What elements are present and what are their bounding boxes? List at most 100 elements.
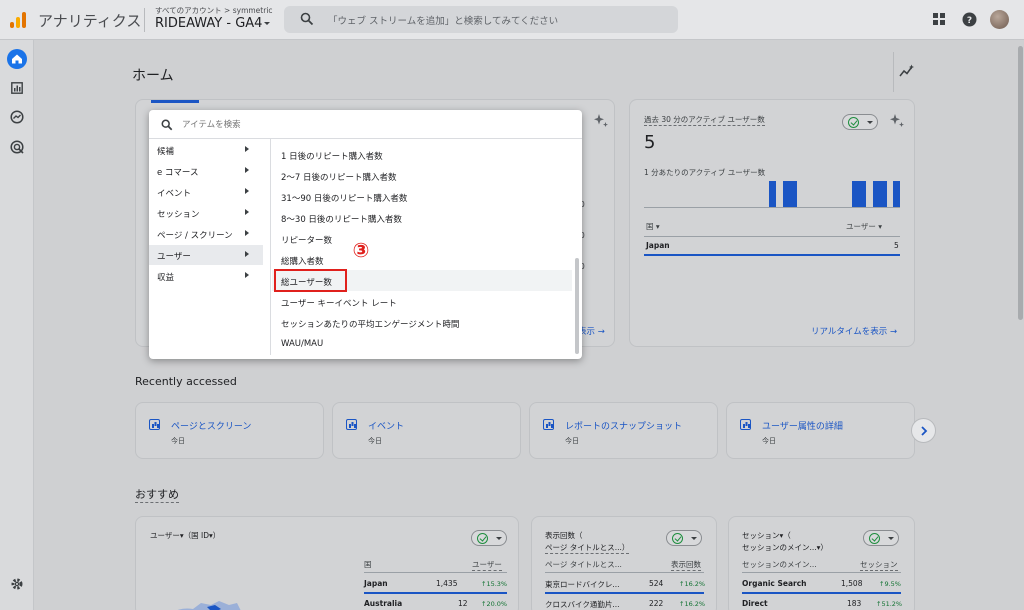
view-report-link[interactable]: 表示 → [578,325,605,337]
recent-card[interactable]: イベント 今日 [332,402,521,459]
recommended-heading: おすすめ [135,488,179,503]
metric-item[interactable]: リピーター数 [272,228,572,249]
row-value: 524 [649,579,664,588]
metric-picker-popup: 候補 e コマース イベント セッション ページ / スクリーン ユーザー 収益… [149,110,582,359]
card-title-line1: 表示回数（ [545,531,583,540]
chevron-right-icon [245,146,249,152]
row-change: ↑16.2% [679,600,706,608]
category-label: ページ / スクリーン [157,231,233,241]
row-name: Organic Search [742,579,807,588]
metric-item-label: セッションあたりの平均エンゲージメント時間 [281,320,460,330]
col-metric: 表示回数 [671,560,701,571]
metric-item[interactable]: ユーザー キーイベント レート [272,291,572,312]
reports-icon[interactable] [11,82,23,94]
recent-card[interactable]: ページとスクリーン 今日 [135,402,324,459]
realtime-link[interactable]: リアルタイムを表示 → [811,325,897,337]
popup-scrollbar[interactable] [575,258,579,354]
metric-item[interactable]: 1 日後のリピート購入者数 [272,144,572,165]
category-revenue[interactable]: 収益 [149,266,263,286]
per-minute-bar [789,181,797,207]
apps-grid-icon[interactable] [933,13,946,26]
category-user[interactable]: ユーザー [149,245,263,265]
row-name: Australia [364,599,403,608]
page-scrollbar[interactable] [1018,46,1023,320]
card-title-line2[interactable]: ページ タイトルとス...） [545,542,630,554]
avatar[interactable] [990,10,1009,29]
world-map-fragment [177,601,241,610]
recent-card[interactable]: レポートのスナップショット 今日 [529,402,718,459]
category-page-screen[interactable]: ページ / スクリーン [149,224,263,244]
per-minute-bar [851,181,859,207]
category-ecommerce[interactable]: e コマース [149,161,263,181]
chevron-right-icon [245,209,249,215]
check-circle-icon [848,117,859,128]
per-minute-bar [879,181,887,207]
account-breadcrumb[interactable]: すべてのアカウント > symmetric [155,5,273,16]
chevron-down-icon [264,22,270,25]
metric-header[interactable]: ユーザー ▾ [846,221,882,232]
recommended-card-users: ユーザー▾（国 ID▾） 国 ユーザー Japan 1,435 ↑15.3% A… [135,516,519,610]
sparkle-icon[interactable] [889,113,905,129]
row-name: Direct [742,599,768,608]
explore-icon[interactable] [10,110,24,124]
page-title: ホーム [132,68,174,84]
metric-item-label: リピーター数 [281,236,333,246]
step-number-callout: ③ [352,238,370,262]
recent-card-title: イベント [368,422,405,432]
check-circle-icon [869,533,880,544]
recent-card-date: 今日 [762,437,776,445]
recent-card-title: ページとスクリーン [171,422,252,432]
next-button[interactable] [911,418,936,443]
row-bar [644,254,900,256]
check-circle-icon [477,533,488,544]
metric-item[interactable]: 31〜90 日後のリピート購入者数 [272,186,572,207]
row-change: ↑16.2% [679,580,706,588]
table-divider [364,572,507,573]
category-events[interactable]: イベント [149,182,263,202]
recent-card-date: 今日 [565,437,579,445]
insights-icon[interactable] [899,64,915,78]
status-dropdown[interactable] [666,530,702,546]
metric-item[interactable]: 8〜30 日後のリピート購入者数 [272,207,572,228]
category-suggestions[interactable]: 候補 [149,140,263,160]
status-dropdown[interactable] [863,530,899,546]
chevron-right-icon [921,426,928,436]
metric-item-label: ユーザー キーイベント レート [281,299,397,309]
card-title-line2[interactable]: セッションのメイン...▾） [742,542,828,553]
category-sessions[interactable]: セッション [149,203,263,223]
category-label: イベント [157,189,192,199]
row-value: 1,435 [436,579,458,588]
row-value: 1,508 [841,579,863,588]
recent-card[interactable]: ユーザー属性の詳細 今日 [726,402,915,459]
metric-item[interactable]: セッションあたりの平均エンゲージメント時間 [272,312,572,333]
check-circle-icon [672,533,683,544]
per-minute-label: 1 分あたりのアクティブ ユーザー数 [644,168,766,177]
card-title[interactable]: ユーザー▾（国 ID▾） [150,530,220,541]
metric-item-label: 2〜7 日後のリピート購入者数 [281,173,397,183]
top-bar: アナリティクス すべてのアカウント > symmetric RIDEAWAY -… [0,0,1024,40]
chevron-right-icon [245,167,249,173]
settings-gear-icon[interactable] [10,577,24,591]
item-search-input[interactable] [182,116,562,134]
dim-header[interactable]: 国 ▾ [646,221,660,232]
analytics-logo-icon[interactable] [10,12,26,28]
search-bar[interactable]: 「ウェブ ストリームを追加」と検索してみてください [284,6,678,33]
col-dim: セッションのメイン... [742,560,817,569]
divider [270,139,271,355]
col-dim: 国 [364,560,372,569]
sparkle-icon[interactable] [593,113,609,129]
status-dropdown[interactable] [471,530,507,546]
advertising-icon[interactable] [10,140,24,154]
metric-item[interactable]: 総購入者数 [272,249,572,270]
card-title-line1[interactable]: セッション▾（ [742,530,791,541]
status-dropdown[interactable] [842,114,878,130]
per-minute-bar [893,181,901,207]
recent-card-title: ユーザー属性の詳細 [762,422,843,432]
metric-item[interactable]: 2〜7 日後のリピート購入者数 [272,165,572,186]
metric-item[interactable]: WAU/MAU [272,333,572,354]
row-change: ↑15.3% [481,580,508,588]
property-name[interactable]: RIDEAWAY - GA4 [155,16,262,31]
help-icon[interactable]: ? [962,12,977,27]
recent-card-date: 今日 [368,437,382,445]
home-nav-button[interactable] [7,49,27,69]
